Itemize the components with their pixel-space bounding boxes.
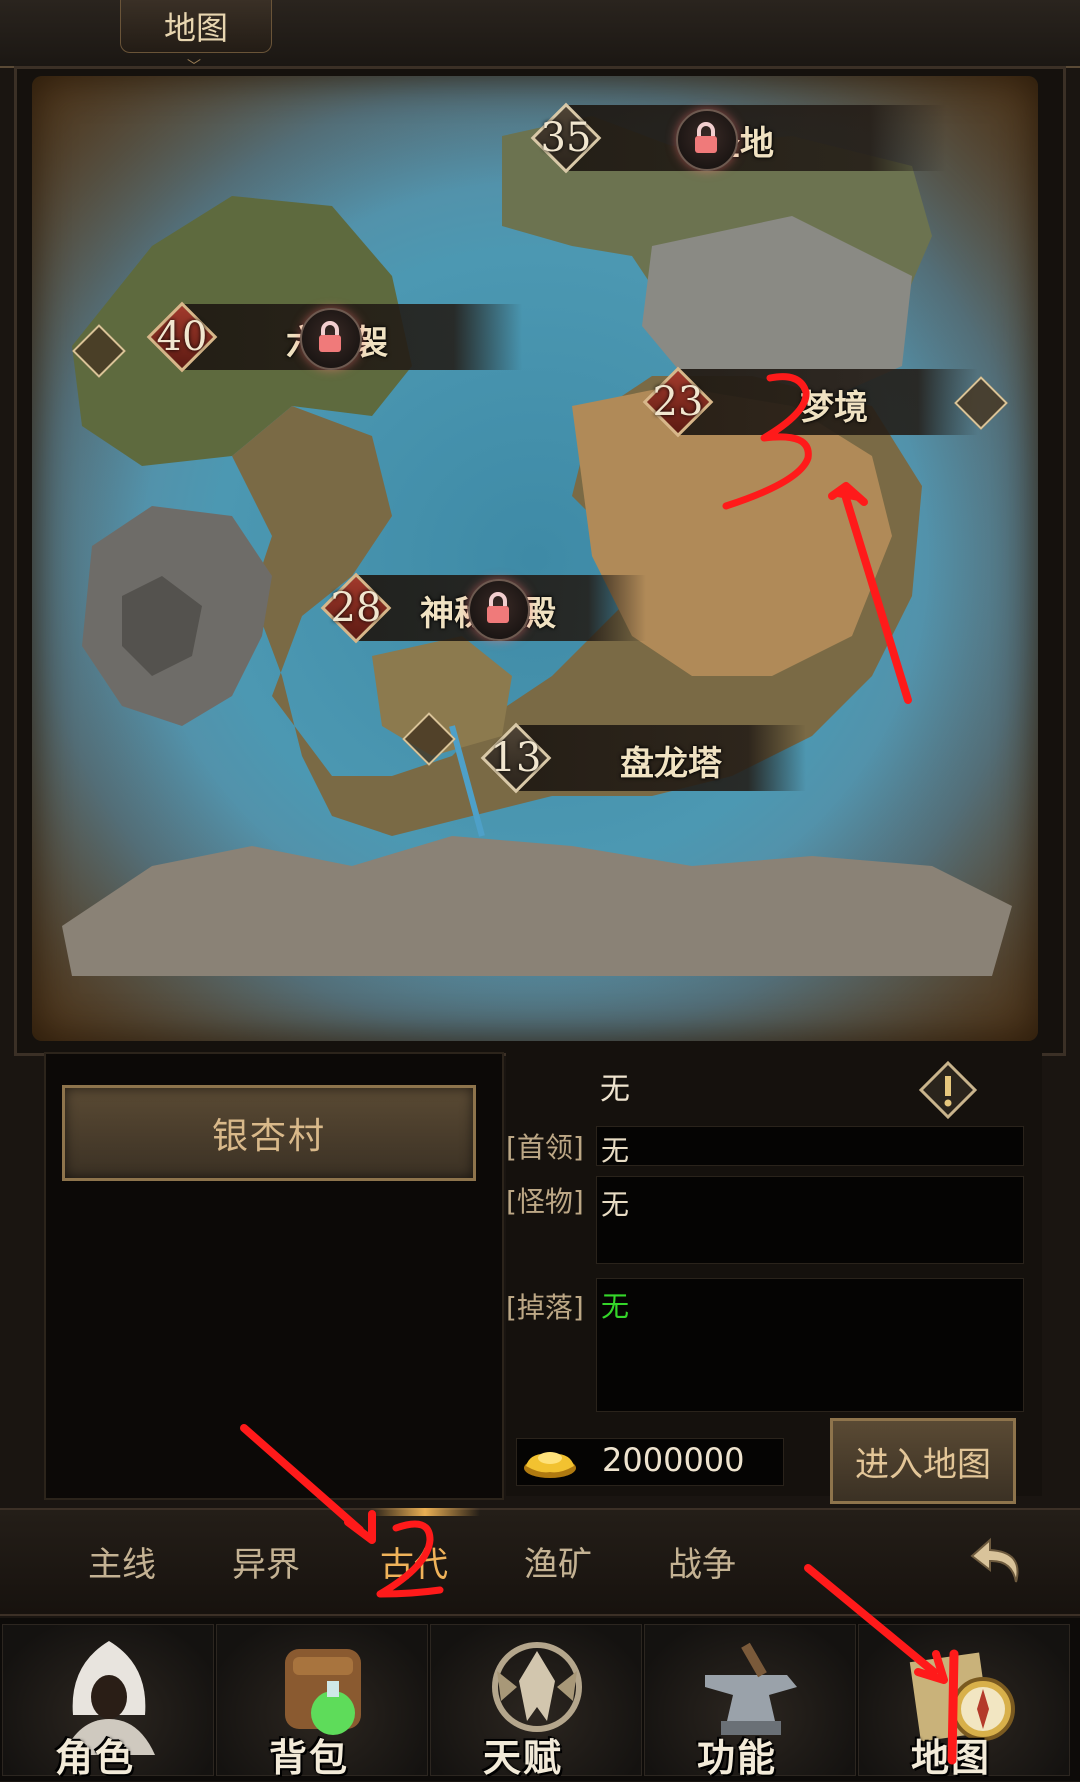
nav-map[interactable]: 地图 xyxy=(858,1624,1070,1780)
nav-label: 角色 xyxy=(55,1736,136,1780)
level-value: 23 xyxy=(652,379,704,425)
monster-label: [怪物] xyxy=(506,1185,584,1218)
level-badge: 35 xyxy=(530,102,602,174)
level-value: 35 xyxy=(540,115,592,161)
boss-value: 无 xyxy=(596,1126,1024,1167)
monster-value: 无 xyxy=(596,1176,1024,1264)
boss-label: [首领] xyxy=(506,1131,584,1164)
gold-ingot-icon xyxy=(524,1452,576,1478)
map-node-mystic-hall[interactable]: 28 神秘暗殿 xyxy=(320,572,650,644)
map-node-dragon-tower[interactable]: 13 盘龙塔 xyxy=(480,722,810,794)
page-title: 地图 xyxy=(120,0,272,53)
level-badge: 40 xyxy=(146,301,218,373)
selected-map-name: 无 xyxy=(600,1072,630,1107)
gold-cost-value: 2000000 xyxy=(602,1441,745,1479)
lock-icon xyxy=(676,109,738,171)
nav-label: 天赋 xyxy=(483,1736,564,1780)
map-node-six-paths[interactable]: 40 六道袈 xyxy=(146,301,526,373)
nav-functions[interactable]: 功能 xyxy=(644,1624,856,1780)
level-badge: 28 xyxy=(320,572,392,644)
active-tab-indicator xyxy=(370,1508,480,1516)
drop-value: 无 xyxy=(596,1278,1024,1412)
level-value: 28 xyxy=(330,585,382,631)
nav-label: 功能 xyxy=(697,1736,778,1780)
map-terrain xyxy=(62,116,1012,976)
tab-war[interactable]: 战争 xyxy=(668,1537,736,1586)
village-button[interactable]: 银杏村 xyxy=(62,1085,476,1181)
back-arrow-icon[interactable] xyxy=(966,1530,1030,1594)
map-node-name: 梦境 xyxy=(800,388,868,428)
level-value: 40 xyxy=(156,314,208,360)
map-node-dreamland[interactable]: 23 梦境 xyxy=(642,366,1022,438)
nav-character[interactable]: 角色 xyxy=(2,1624,214,1780)
tab-otherworld[interactable]: 异界 xyxy=(232,1537,300,1586)
tab-fishing-mining[interactable]: 渔矿 xyxy=(524,1537,592,1586)
nav-talent[interactable]: 天赋 xyxy=(430,1624,642,1780)
map-node-name: 盘龙塔 xyxy=(620,744,722,784)
nav-label: 背包 xyxy=(269,1736,350,1780)
level-badge: 13 xyxy=(480,722,552,794)
enter-map-button[interactable]: 进入地图 xyxy=(830,1418,1016,1504)
level-value: 13 xyxy=(490,735,542,781)
map-node-holy-land[interactable]: 35 圣地 xyxy=(530,102,950,174)
lock-icon xyxy=(300,308,362,370)
level-badge: 23 xyxy=(642,366,714,438)
warning-icon[interactable] xyxy=(918,1060,978,1120)
nav-backpack[interactable]: 背包 xyxy=(216,1624,428,1780)
nav-label: 地图 xyxy=(911,1736,992,1780)
tab-ancient[interactable]: 古代 xyxy=(380,1537,448,1586)
world-map[interactable]: 35 圣地 40 六道袈 23 梦境 28 神秘暗殿 xyxy=(32,76,1038,1041)
lock-icon xyxy=(468,579,530,641)
drop-label: [掉落] xyxy=(506,1291,584,1324)
tab-main[interactable]: 主线 xyxy=(88,1537,156,1586)
